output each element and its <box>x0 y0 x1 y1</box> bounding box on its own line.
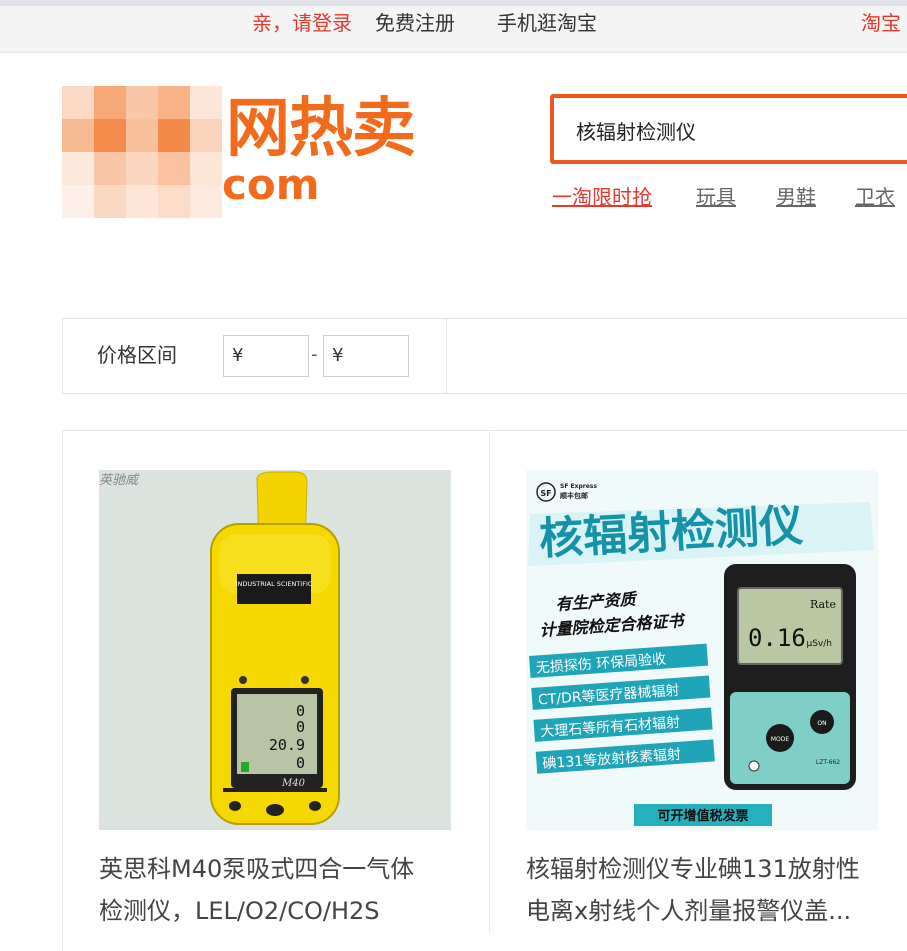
svg-text:可开增值税发票: 可开增值税发票 <box>657 808 748 824</box>
login-link[interactable]: 亲，请登录 <box>252 10 352 36</box>
top-bar: 亲，请登录 免费注册 手机逛淘宝 淘宝 <box>0 0 907 53</box>
logo-com-text: com <box>222 160 320 209</box>
register-link[interactable]: 免费注册 <box>375 10 455 36</box>
hot-link-hoodies[interactable]: 卫衣 <box>855 184 895 210</box>
svg-text:SF Express: SF Express <box>560 483 597 490</box>
product-title-line: 电离x射线个人剂量报警仪盖... <box>526 897 852 925</box>
logo-main-text: 网热卖 <box>226 92 416 166</box>
mobile-taobao-link[interactable]: 手机逛淘宝 <box>497 10 597 36</box>
hot-link-toys[interactable]: 玩具 <box>696 184 736 210</box>
svg-text:ON: ON <box>817 720 826 727</box>
svg-text:20.9: 20.9 <box>269 736 305 754</box>
svg-text:0.16: 0.16 <box>748 624 806 652</box>
logo-pixelated <box>62 86 222 218</box>
taobao-home-link[interactable]: 淘宝 <box>861 10 901 36</box>
svg-text:μSv/h: μSv/h <box>806 639 832 649</box>
product-image-gas-detector[interactable]: 英驰威 INDUSTRIAL SCIENTIFIC 0 0 20.9 0 M40 <box>99 470 451 830</box>
radiation-detector-poster: SF SF Express 顺丰包邮 核辐射检测仪 有生产资质 计量院检定合格证… <box>526 470 878 830</box>
price-filter: 价格区间 ¥ - ¥ <box>62 318 907 394</box>
price-range-label: 价格区间 <box>97 343 177 367</box>
svg-text:顺丰包邮: 顺丰包邮 <box>560 491 588 500</box>
filter-divider <box>446 319 447 393</box>
search-box <box>550 94 907 164</box>
search-input[interactable] <box>574 112 907 148</box>
product-title-line: 检测仪，LEL/O2/CO/H2S <box>99 897 380 925</box>
svg-text:MODE: MODE <box>771 736 790 743</box>
product-title-line: 英思科M40泵吸式四合一气体 <box>99 855 415 883</box>
price-min-input[interactable]: ¥ <box>223 335 309 377</box>
image-watermark: 英驰威 <box>99 473 140 488</box>
svg-text:0: 0 <box>296 754 305 772</box>
svg-text:0: 0 <box>296 718 305 736</box>
top-strip <box>0 0 907 6</box>
svg-text:LZT-662: LZT-662 <box>816 759 840 766</box>
hot-link-flash-sale[interactable]: 一淘限时抢 <box>552 184 652 210</box>
price-dash: - <box>311 344 318 365</box>
price-max-input[interactable]: ¥ <box>323 335 409 377</box>
svg-text:SF: SF <box>540 489 551 498</box>
svg-text:Rate: Rate <box>810 598 836 611</box>
logo-text[interactable]: 网热卖 <box>226 96 416 163</box>
hot-link-mens-shoes[interactable]: 男鞋 <box>776 184 816 210</box>
device-brand: INDUSTRIAL SCIENTIFIC <box>236 580 313 588</box>
device-model: M40 <box>281 778 306 789</box>
product-title[interactable]: 英思科M40泵吸式四合一气体 检测仪，LEL/O2/CO/H2S <box>99 848 469 932</box>
gas-detector-illustration: 英驰威 INDUSTRIAL SCIENTIFIC 0 0 20.9 0 M40 <box>99 470 451 830</box>
product-title-line: 核辐射检测仪专业碘131放射性 <box>526 855 860 883</box>
card-divider <box>489 430 490 934</box>
product-title[interactable]: 核辐射检测仪专业碘131放射性 电离x射线个人剂量报警仪盖... <box>526 848 896 932</box>
product-image-radiation-detector[interactable]: SF SF Express 顺丰包邮 核辐射检测仪 有生产资质 计量院检定合格证… <box>526 470 878 830</box>
